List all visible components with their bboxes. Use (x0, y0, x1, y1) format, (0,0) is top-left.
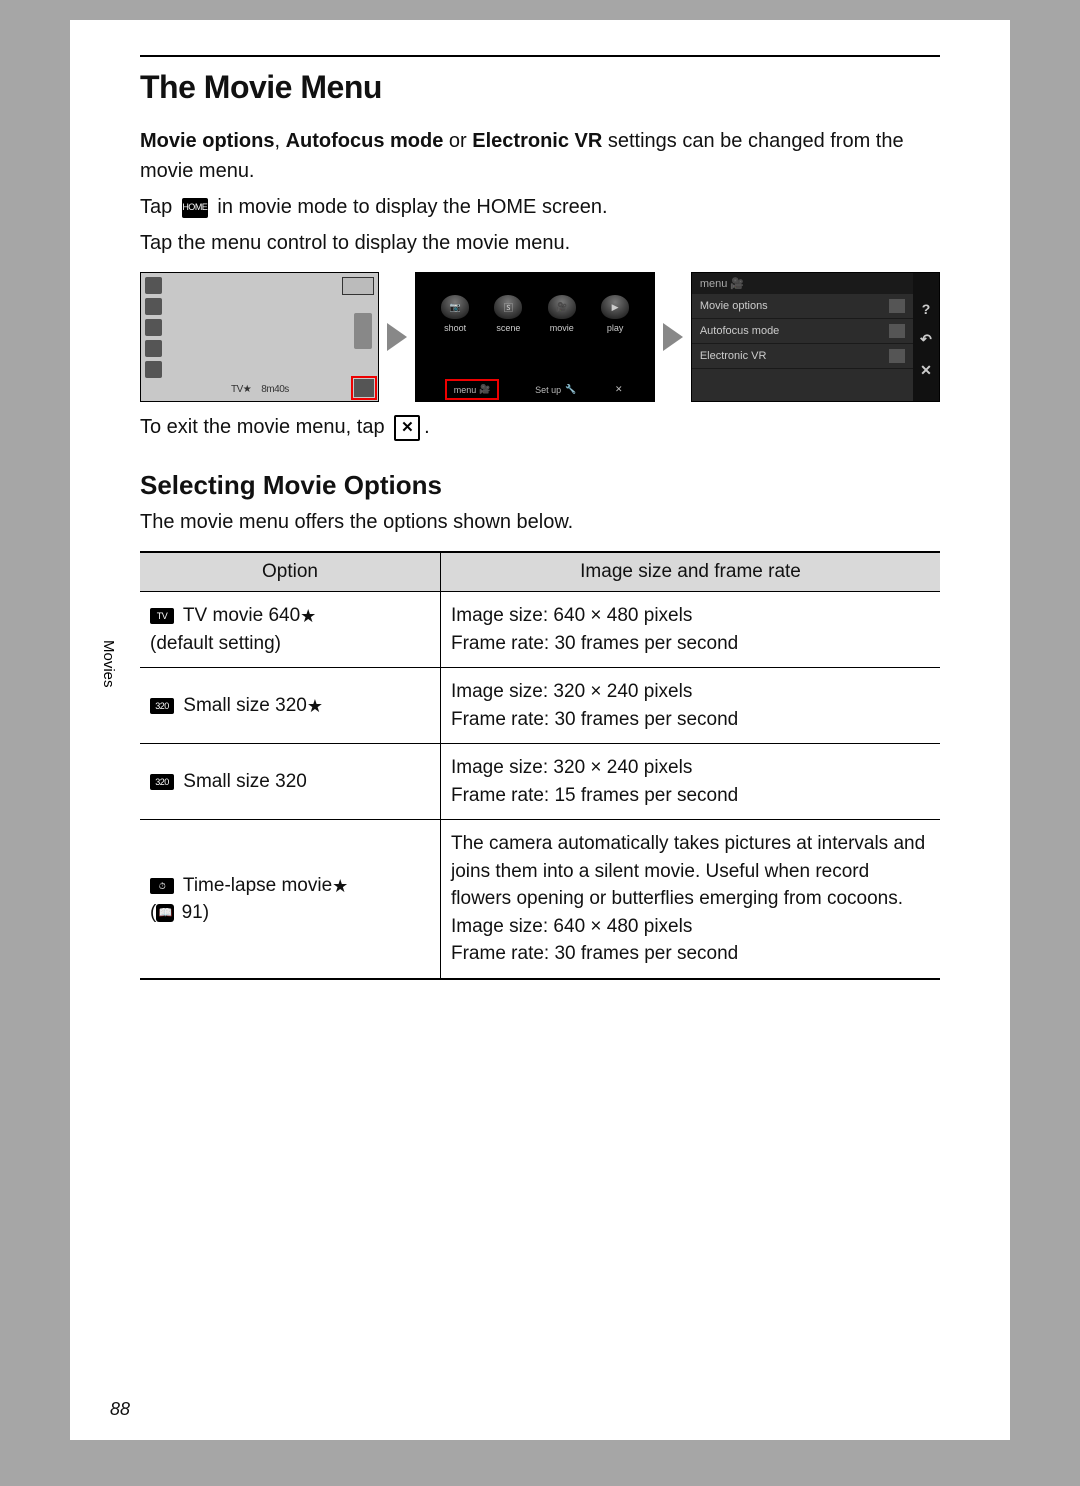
option-cell: 320 Small size 320★ (140, 668, 441, 744)
option-note: (default setting) (150, 630, 430, 658)
detail-cell: Image size: 320 × 240 pixels Frame rate:… (441, 744, 941, 820)
intro-bold-2: Autofocus mode (286, 130, 444, 152)
camera-screen-shooting: TV★ 8m40s (140, 272, 379, 402)
option-badge-icon: 320 (150, 774, 174, 790)
intro-bold-1: Movie options (140, 130, 274, 152)
option-name: Small size 320 (178, 695, 307, 716)
menu-item-autofocus: Autofocus mode (692, 319, 913, 344)
zoom-control (354, 313, 372, 349)
movie-options-table: Option Image size and frame rate TV TV m… (140, 551, 940, 980)
option-cell: TV TV movie 640★ (default setting) (140, 592, 441, 668)
detail-cell: Image size: 640 × 480 pixels Frame rate:… (441, 592, 941, 668)
close-icon: ✕ (920, 362, 932, 379)
sub-text: The movie menu offers the options shown … (140, 507, 940, 537)
aperture-icon (145, 340, 162, 357)
menu-item-electronic-vr: Electronic VR (692, 344, 913, 369)
tap-menu-line: Tap the menu control to display the movi… (140, 228, 940, 258)
menu-item-movie-options: Movie options (692, 294, 913, 319)
arrow-right-icon (387, 323, 407, 351)
home-button-highlight (354, 379, 374, 397)
mode-shoot: 📷shoot (441, 295, 469, 333)
help-icon: ? (922, 301, 931, 317)
th-option: Option (140, 552, 441, 592)
camera-screen-movie-menu: menu 🎥 Movie options Autofocus mode Elec… (691, 272, 940, 402)
detail-cell: Image size: 320 × 240 pixels Frame rate:… (441, 668, 941, 744)
movie-icon (145, 277, 162, 294)
option-name: Small size 320 (178, 771, 307, 792)
tv-badge-icon (889, 299, 905, 313)
status-readout: TV★ 8m40s (231, 384, 289, 395)
arrow-right-icon (663, 323, 683, 351)
option-badge-icon: 320 (150, 698, 174, 714)
th-detail: Image size and frame rate (441, 552, 941, 592)
menu-title: menu 🎥 (692, 273, 913, 294)
vr-badge-icon (889, 349, 905, 363)
flash-icon (145, 361, 162, 378)
page-title: The Movie Menu (140, 69, 940, 106)
star-icon: ★ (300, 606, 316, 626)
option-name: TV movie 640 (178, 605, 300, 626)
setup-button: Set up🔧 (535, 384, 576, 395)
intro-bold-3: Electronic VR (472, 130, 602, 152)
close-button: ✕ (615, 384, 623, 395)
screenshots-row: TV★ 8m40s 📷shoot 🅂scene 🎥movie ▶play men… (140, 272, 940, 402)
af-badge-icon (889, 324, 905, 338)
option-note: (📖 91) (150, 899, 430, 927)
header-rule (140, 55, 940, 57)
camera-screen-home: 📷shoot 🅂scene 🎥movie ▶play menu🎥 Set up🔧… (415, 272, 654, 402)
menu-button-highlight: menu🎥 (448, 382, 497, 397)
section-side-label: Movies (100, 640, 117, 688)
home-icon: HOME (182, 198, 208, 218)
star-icon: ★ (332, 876, 348, 896)
table-row: 320 Small size 320★Image size: 320 × 240… (140, 668, 940, 744)
option-badge-icon: ⏱ (150, 878, 174, 894)
sub-heading: Selecting Movie Options (140, 470, 940, 501)
option-cell: ⏱ Time-lapse movie★ (📖 91) (140, 820, 441, 979)
table-row: 320 Small size 320Image size: 320 × 240 … (140, 744, 940, 820)
gear-icon (145, 319, 162, 336)
exit-line: To exit the movie menu, tap ✕. (140, 412, 940, 442)
detail-cell: The camera automatically takes pictures … (441, 820, 941, 979)
mode-play: ▶play (601, 295, 629, 333)
tap-home-line: Tap HOME in movie mode to display the HO… (140, 192, 940, 222)
page-number: 88 (110, 1399, 130, 1420)
page-ref-icon: 📖 (156, 904, 174, 922)
battery-icon (342, 277, 374, 295)
star-icon: ★ (307, 696, 323, 716)
close-icon: ✕ (394, 415, 420, 441)
option-cell: 320 Small size 320 (140, 744, 441, 820)
mode-movie: 🎥movie (548, 295, 576, 333)
back-icon: ↶ (920, 331, 932, 348)
table-row: ⏱ Time-lapse movie★ (📖 91) The camera auto… (140, 820, 940, 979)
option-badge-icon: TV (150, 608, 174, 624)
mode-scene: 🅂scene (494, 295, 522, 333)
table-row: TV TV movie 640★ (default setting) Image s… (140, 592, 940, 668)
intro-paragraph: Movie options, Autofocus mode or Electro… (140, 126, 940, 186)
option-name: Time-lapse movie (178, 875, 332, 896)
play-icon (145, 298, 162, 315)
